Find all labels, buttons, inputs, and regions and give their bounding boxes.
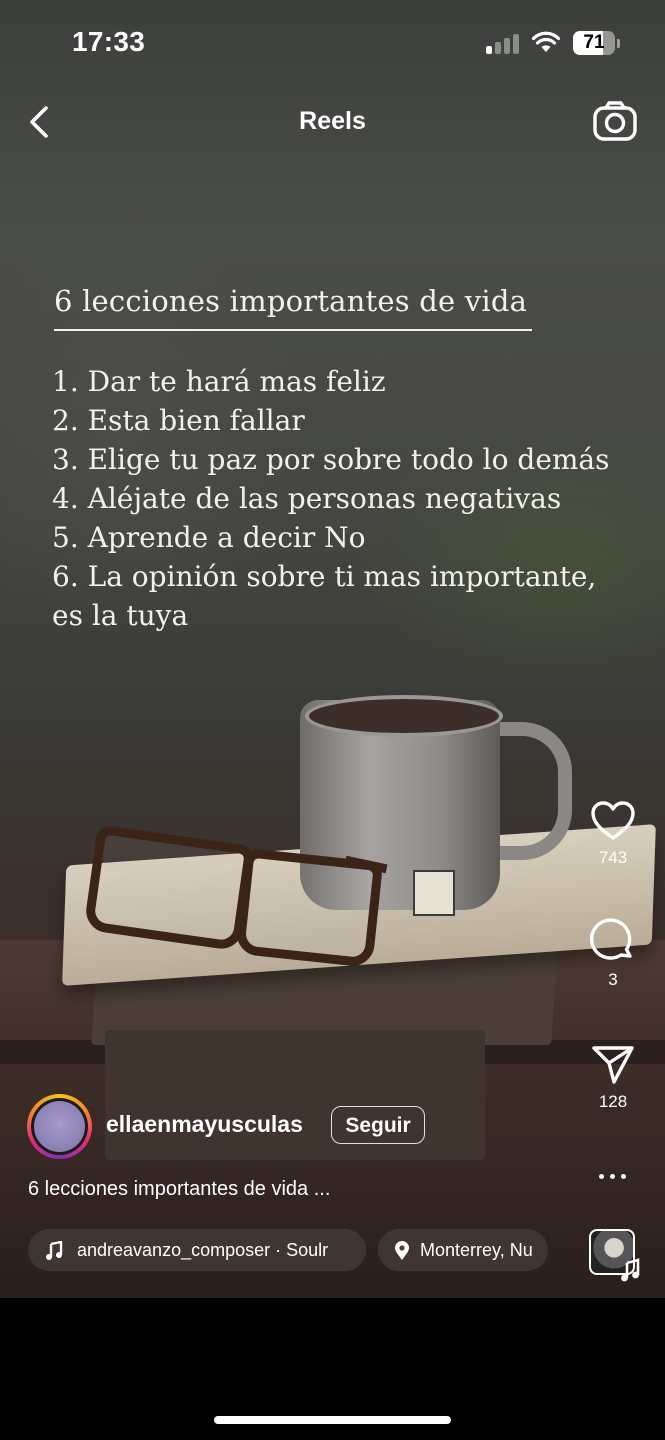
lesson-item: 6. La opinión sobre ti mas importante,	[52, 560, 597, 593]
reel-video[interactable]: 6 lecciones importantes de vida 1. Dar t…	[0, 0, 665, 1298]
follow-button[interactable]: Seguir	[331, 1106, 425, 1144]
music-chip[interactable]: andreavanzo_composer · Soulr	[28, 1229, 366, 1271]
music-note-icon	[621, 1258, 640, 1282]
lesson-item: es la tuya	[52, 599, 189, 632]
cellular-signal-icon	[486, 32, 522, 54]
lesson-item: 2. Esta bien fallar	[52, 404, 305, 437]
lesson-item: 1. Dar te hará mas feliz	[52, 365, 386, 398]
avatar[interactable]	[27, 1094, 92, 1159]
lessons-list: 1. Dar te hará mas feliz 2. Esta bien fa…	[52, 362, 610, 635]
comment-bubble-icon	[590, 918, 632, 960]
title-underline	[54, 329, 532, 331]
camera-icon[interactable]	[592, 100, 638, 142]
more-options-icon[interactable]	[595, 1164, 631, 1188]
music-label: andreavanzo_composer · Soulr	[77, 1240, 329, 1260]
book	[105, 1030, 485, 1160]
send-icon	[592, 1046, 634, 1084]
username[interactable]: ellaenmayusculas	[106, 1111, 303, 1138]
wifi-icon	[531, 31, 561, 52]
share-count: 128	[598, 1092, 628, 1111]
battery-tip	[617, 39, 620, 48]
like-button[interactable]: 743	[583, 800, 643, 868]
glasses-lens	[83, 824, 255, 952]
heart-icon	[591, 801, 635, 840]
avatar-image	[34, 1101, 85, 1152]
lesson-item: 3. Elige tu paz por sobre todo lo demás	[52, 443, 610, 476]
battery-percent: 71	[583, 32, 605, 53]
location-pin-icon	[395, 1241, 409, 1260]
lesson-item: 5. Aprende a decir No	[52, 521, 366, 554]
battery-icon: 71	[573, 31, 615, 55]
caption[interactable]: 6 lecciones importantes de vida ...	[28, 1178, 330, 1201]
share-button[interactable]: 128	[583, 1044, 643, 1112]
comment-count: 3	[608, 970, 618, 989]
page-title: Reels	[299, 107, 366, 135]
mug-rim	[305, 695, 503, 737]
like-count: 743	[598, 848, 628, 867]
avatar-frame	[31, 1098, 88, 1155]
status-time: 17:33	[72, 26, 146, 57]
tea-bag-tag	[413, 870, 455, 916]
location-chip[interactable]: Monterrey, Nu	[378, 1229, 548, 1271]
lesson-item: 4. Aléjate de las personas negativas	[52, 482, 562, 515]
overlay-title: 6 lecciones importantes de vida	[54, 284, 528, 318]
music-note-icon	[46, 1241, 63, 1260]
comment-button[interactable]: 3	[583, 918, 643, 990]
home-indicator[interactable]	[214, 1416, 451, 1424]
location-label: Monterrey, Nu	[420, 1240, 533, 1260]
